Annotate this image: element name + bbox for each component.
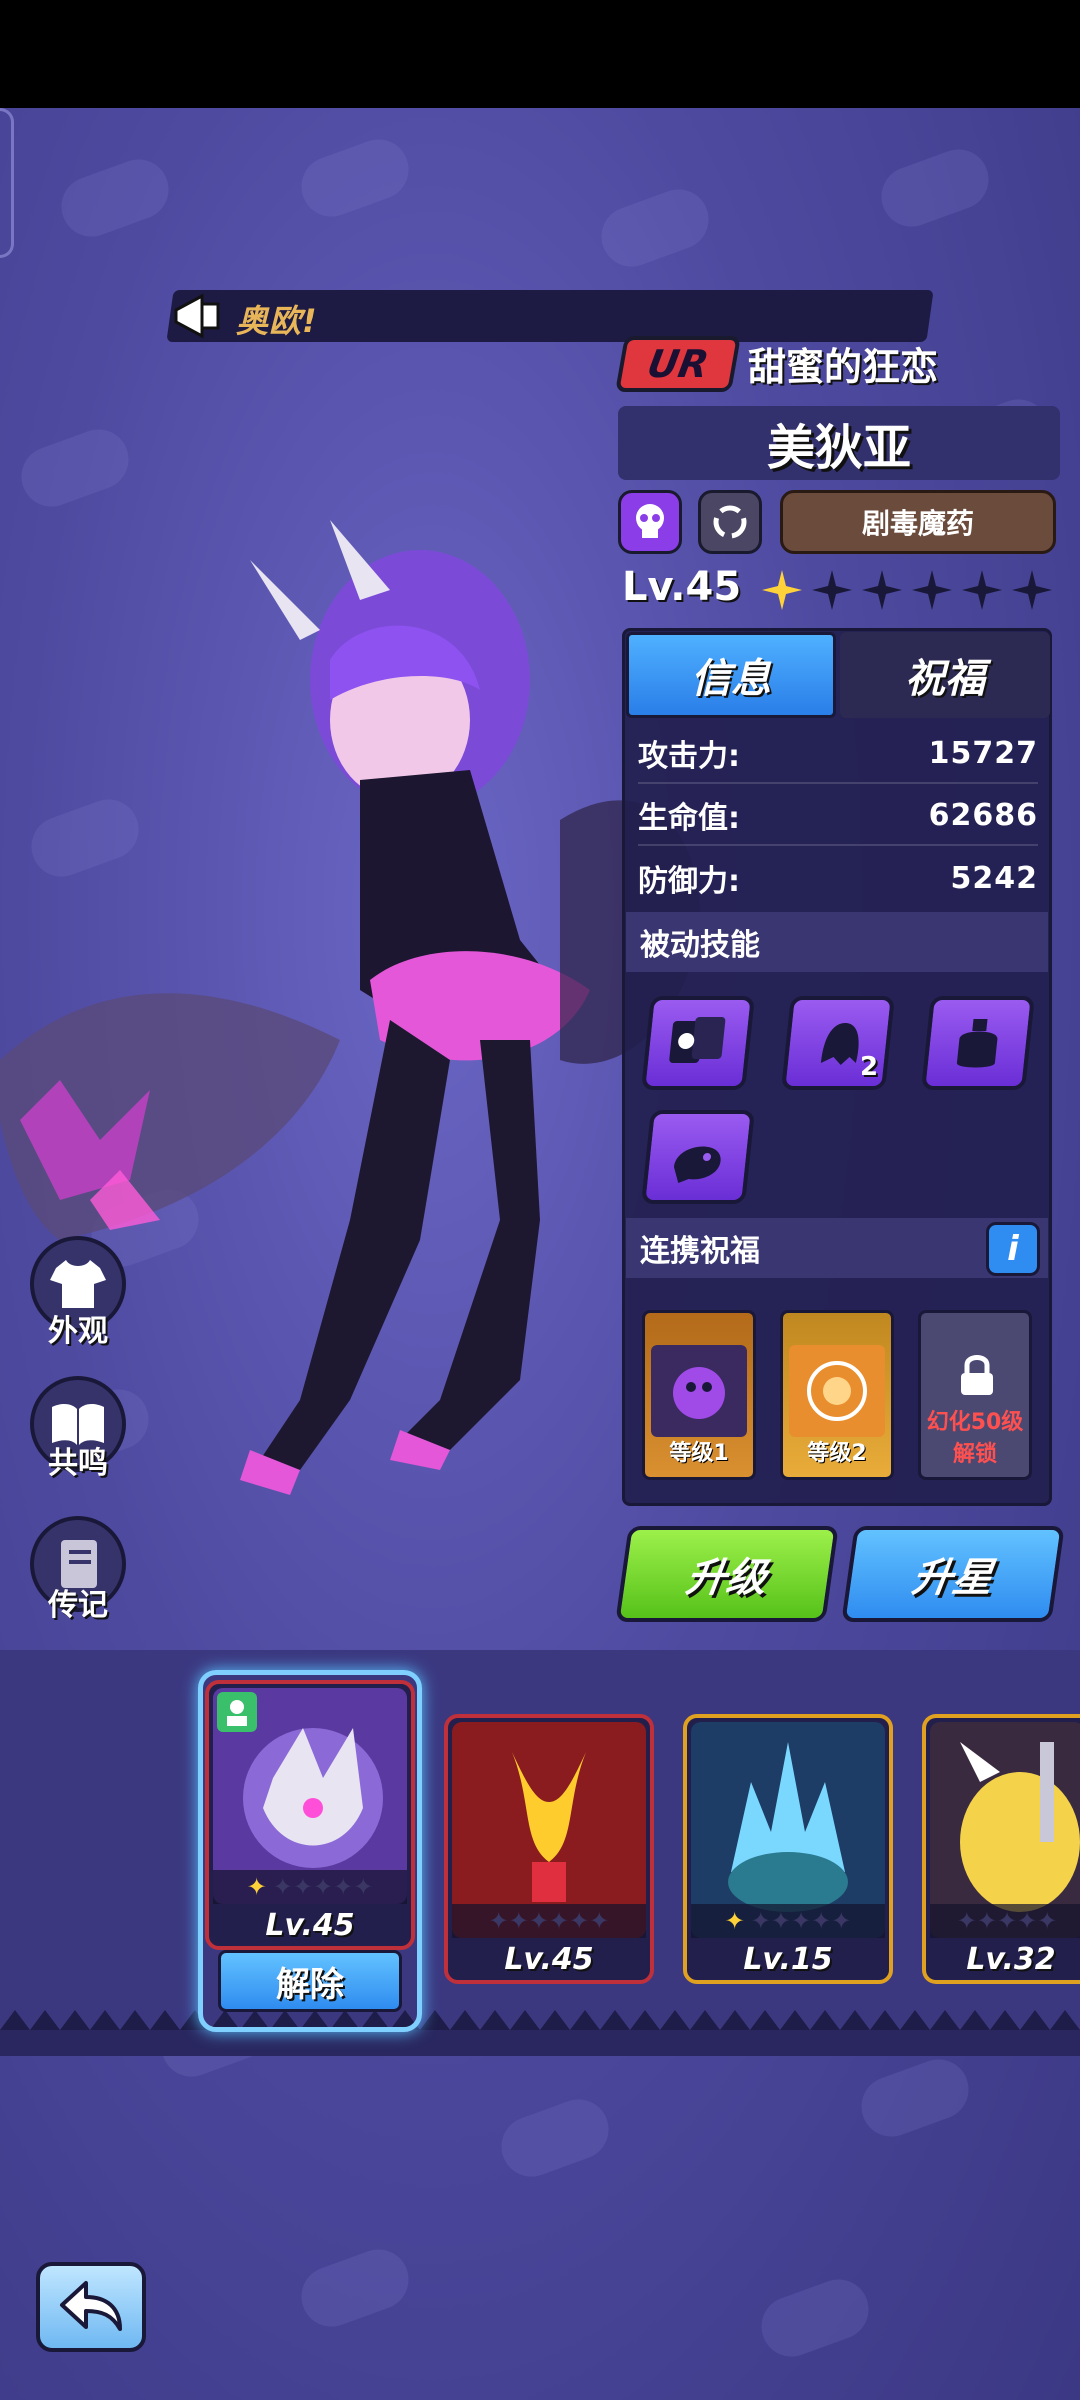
stat-value: 5242 — [950, 860, 1038, 896]
star-empty-icon — [862, 570, 902, 610]
back-button[interactable] — [36, 2262, 146, 2352]
hero-card-stars: ✦✦✦✦✦✦ — [691, 1904, 885, 1938]
left-edge-tab — [0, 108, 14, 258]
hero-card-stars: ✦✦✦✦✦ — [930, 1904, 1080, 1938]
link-blessing-info-button[interactable]: i — [986, 1222, 1040, 1276]
hero-name-box: 美狄亚 — [618, 406, 1060, 480]
tab-blessing[interactable]: 祝福 — [840, 632, 1050, 718]
unlock-requirement-line1: 幻化50级 — [926, 1410, 1024, 1435]
unlock-requirement-line2: 解锁 — [952, 1442, 997, 1467]
roster-divider — [0, 2010, 1080, 2056]
target-ghost-icon — [789, 1345, 885, 1437]
lock-icon — [961, 1355, 993, 1395]
skill-cards-icon[interactable] — [641, 996, 755, 1090]
megaphone-icon — [174, 293, 220, 339]
cycle-role-icon[interactable] — [698, 490, 762, 554]
skill-stack-count: 2 — [860, 1052, 879, 1082]
blessing-card-locked[interactable]: 幻化50级 解锁 — [918, 1310, 1032, 1480]
hero-title: 甜蜜的狂恋 — [748, 345, 939, 389]
shirt-icon — [50, 1260, 106, 1308]
rarity-badge: UR — [615, 336, 741, 392]
skill-potion-icon[interactable] — [921, 996, 1035, 1090]
skull-element-icon[interactable] — [618, 490, 682, 554]
resonance-label: 共鸣 — [48, 1446, 108, 1481]
roster-hero-card[interactable]: ✦✦✦✦✦✦ Lv.45 — [205, 1680, 415, 1950]
equipped-badge-icon — [217, 1692, 257, 1732]
star-empty-icon — [812, 570, 852, 610]
stat-row-attack: 攻击力: 15727 — [638, 724, 1038, 784]
hero-level: Lv.45 — [622, 564, 742, 610]
blessing-card-level2[interactable]: 等级2 — [780, 1310, 894, 1480]
roster-hero-card[interactable]: ✦✦✦✦✦ Lv.32 — [922, 1714, 1080, 1984]
unequip-button[interactable]: 解除 — [218, 1950, 402, 2012]
stat-value: 62686 — [928, 797, 1038, 833]
rarity-label: UR — [644, 342, 712, 386]
blessing-card-label: 等级2 — [807, 1441, 867, 1466]
star-empty-icon — [1012, 570, 1052, 610]
skill-beast-icon[interactable] — [641, 1110, 755, 1204]
hero-card-level: Lv.15 — [743, 1942, 833, 1977]
star-empty-icon — [912, 570, 952, 610]
hero-type-badge: 剧毒魔药 — [780, 490, 1056, 554]
stat-row-hp: 生命值: 62686 — [638, 786, 1038, 846]
unlock-requirement: 幻化50级 解锁 — [921, 1407, 1029, 1471]
passive-skills-heading: 被动技能 — [626, 912, 1048, 972]
stat-value: 15727 — [928, 735, 1038, 771]
hero-name: 美狄亚 — [766, 420, 911, 476]
stat-label: 攻击力: — [638, 739, 740, 774]
blessing-card-level1[interactable]: 等级1 — [642, 1310, 756, 1480]
tab-info[interactable]: 信息 — [626, 632, 836, 718]
star-up-button[interactable]: 升星 — [841, 1526, 1065, 1622]
hero-card-level: Lv.45 — [504, 1942, 594, 1977]
back-arrow-icon — [60, 2281, 122, 2331]
stat-label: 防御力: — [638, 864, 740, 899]
link-blessing-heading: 连携祝福 — [626, 1218, 1048, 1278]
hero-card-stars: ✦✦✦✦✦✦ — [452, 1904, 646, 1938]
hero-card-stars: ✦✦✦✦✦✦ — [213, 1870, 407, 1904]
star-empty-icon — [962, 570, 1002, 610]
stat-label: 生命值: — [638, 801, 740, 836]
hero-card-level: Lv.32 — [966, 1942, 1056, 1977]
stat-row-defense: 防御力: 5242 — [638, 848, 1038, 908]
poison-blob-icon — [651, 1345, 747, 1437]
hero-card-level: Lv.45 — [265, 1908, 355, 1943]
appearance-label: 外观 — [48, 1314, 108, 1349]
blessing-card-label: 等级1 — [669, 1441, 729, 1466]
star-rating — [760, 568, 1054, 612]
star-filled-icon — [762, 570, 802, 610]
upgrade-button[interactable]: 升级 — [615, 1526, 839, 1622]
status-bar — [0, 0, 1080, 108]
biography-label: 传记 — [48, 1588, 108, 1623]
roster-hero-card[interactable]: ✦ ✦✦✦✦✦ Lv.15 — [683, 1714, 893, 1984]
shout-text: 奥欧! — [236, 302, 318, 340]
roster-hero-card[interactable]: ✦✦✦✦✦✦ Lv.45 — [444, 1714, 654, 1984]
